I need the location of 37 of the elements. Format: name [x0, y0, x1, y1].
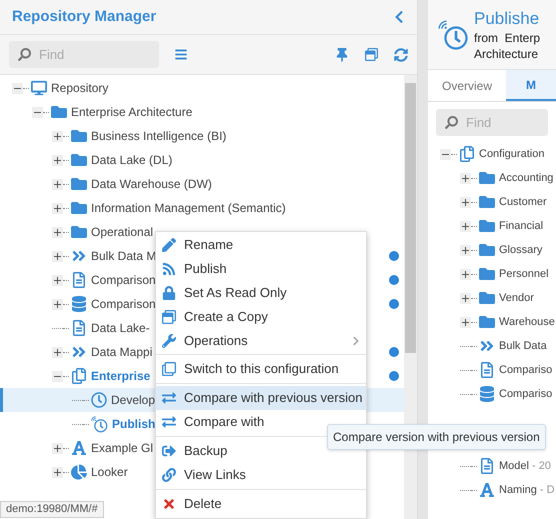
- tree-item-label: Compariso: [499, 362, 552, 378]
- tree-item-label: Accounting: [499, 170, 554, 186]
- tree-item-label: Looker: [91, 464, 128, 481]
- details-subtitle: Architecture: [474, 46, 540, 62]
- tree-item-label: Comparison: [91, 296, 156, 313]
- tree-item-label: Compariso: [499, 386, 552, 402]
- status-bar: demo:19980/MM/#: [0, 501, 104, 518]
- tree-item-label: Bulk Data: [499, 338, 547, 354]
- tree-item-detail: - 20: [532, 458, 551, 474]
- tree-item-label: Information Management (Semantic): [91, 200, 286, 217]
- details-subtitle: from Enterp: [474, 30, 540, 46]
- tree-item-label: Enterprise: [91, 368, 150, 385]
- tree-item-label: Warehouse: [499, 314, 555, 330]
- tree-item-label: Customer: [499, 194, 547, 210]
- tree-item-label: Operational: [91, 224, 154, 241]
- tree-item-label: Data Warehouse (DW): [91, 176, 212, 193]
- tree-item-label: Model: [499, 458, 529, 474]
- tree-item-label: Glossary: [499, 242, 542, 258]
- tree-item-label: Financial: [499, 218, 544, 234]
- tree-item-label: Example Gl: [91, 440, 154, 457]
- tree-item-label: Repository: [51, 80, 108, 97]
- details-title: Publishe: [474, 8, 540, 30]
- tree-item-label: Configuration: [479, 146, 544, 162]
- panel-title: Repository Manager: [12, 6, 156, 27]
- tree-item-label: Data Lake-: [91, 320, 150, 337]
- tree-item-label: Comparison: [91, 272, 156, 289]
- tree-item-detail: - D: [540, 482, 555, 498]
- tree-item-label: Data Mappi: [91, 344, 152, 361]
- tree-item-label: Data Lake (DL): [91, 152, 172, 169]
- tree-item-label: Vendor: [499, 290, 534, 306]
- tree-item-label: Enterprise Architecture: [71, 104, 192, 121]
- tree-item-label: Personnel: [499, 266, 549, 282]
- tree-item-label: Publish: [112, 416, 156, 433]
- tree-item-label: Develop: [111, 392, 156, 409]
- tree-item-label: Business Intelligence (BI): [91, 128, 226, 145]
- tooltip: Compare version with previous version: [327, 424, 546, 450]
- tree-item-label: Naming: [499, 482, 537, 498]
